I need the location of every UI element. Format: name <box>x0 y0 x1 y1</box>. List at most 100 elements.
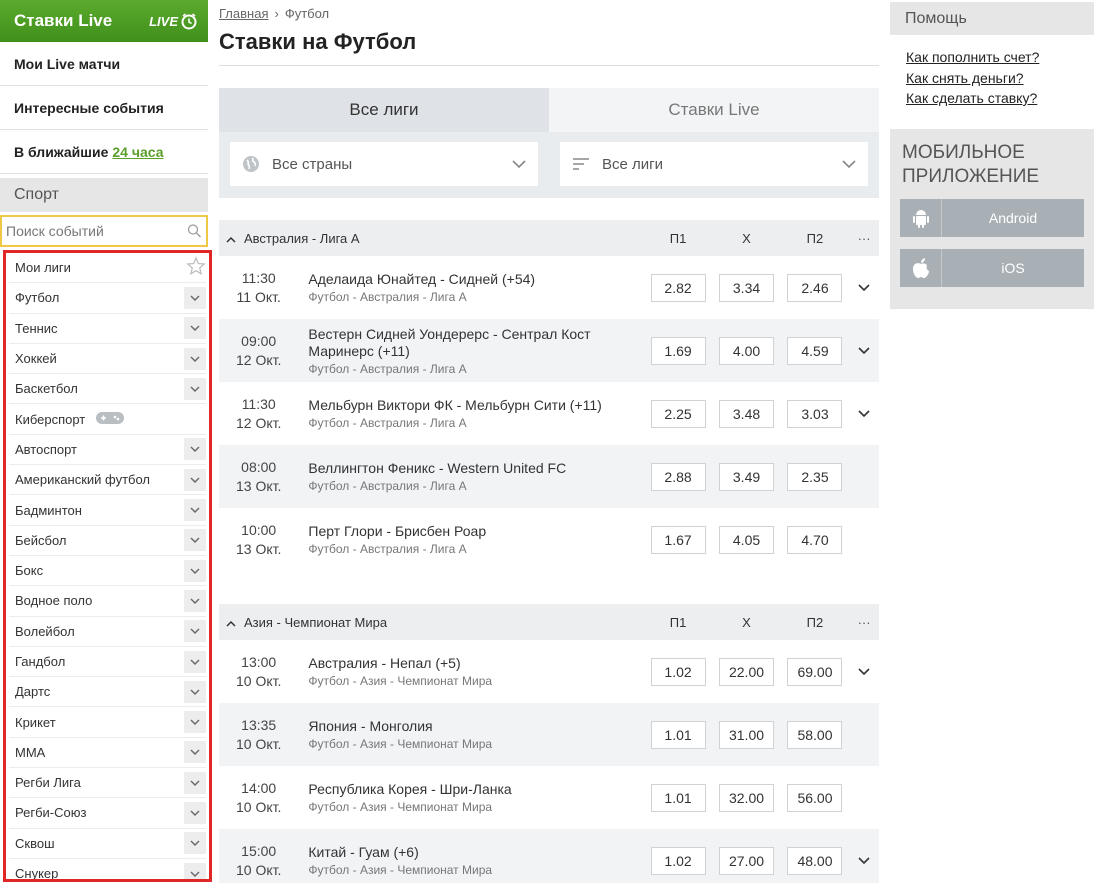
sport-item[interactable]: MMA <box>9 738 206 769</box>
match-info[interactable]: Китай - Гуам (+6) Футбол - Азия - Чемпион… <box>298 844 643 877</box>
chevron-down-icon[interactable] <box>184 468 206 491</box>
chevron-down-icon[interactable] <box>184 680 206 703</box>
tab-live-bets[interactable]: Ставки Live <box>549 88 879 132</box>
match-info[interactable]: Япония - Монголия Футбол - Азия - Чемпион… <box>298 718 643 751</box>
sport-item[interactable]: Бейсбол <box>9 526 206 556</box>
chevron-up-icon[interactable] <box>226 231 236 246</box>
my-live-matches-link[interactable]: Мои Live матчи <box>0 42 208 86</box>
search-icon[interactable] <box>187 221 202 241</box>
sport-item[interactable]: Хоккей <box>9 344 206 375</box>
odd-button-p1[interactable]: 2.82 <box>650 273 706 302</box>
chevron-down-icon[interactable] <box>184 801 206 824</box>
chevron-down-icon[interactable] <box>184 529 206 552</box>
sport-item[interactable]: Футбол <box>9 283 206 314</box>
chevron-down-icon[interactable] <box>858 342 870 360</box>
sport-item[interactable]: Автоспорт <box>9 435 206 466</box>
country-select[interactable]: Все страны <box>230 142 538 186</box>
help-link-deposit[interactable]: Как пополнить счет? <box>906 47 1078 68</box>
chevron-down-icon[interactable] <box>184 559 206 582</box>
chevron-down-icon[interactable] <box>858 663 870 681</box>
odd-button-p2[interactable]: 4.70 <box>787 525 843 554</box>
more-options-icon[interactable]: ··· <box>849 615 879 630</box>
chevron-down-icon[interactable] <box>184 862 206 879</box>
odd-button-p1[interactable]: 1.69 <box>650 336 706 365</box>
chevron-down-icon[interactable] <box>184 438 206 461</box>
odd-button-p2[interactable]: 56.00 <box>787 783 843 812</box>
star-icon[interactable] <box>186 256 206 279</box>
odd-button-p1[interactable]: 2.25 <box>650 399 706 428</box>
breadcrumb-home-link[interactable]: Главная <box>219 6 268 21</box>
chevron-down-icon[interactable] <box>184 589 206 612</box>
odd-button-p1[interactable]: 1.67 <box>650 525 706 554</box>
odd-button-x[interactable]: 27.00 <box>719 846 775 875</box>
sport-item[interactable]: Снукер <box>9 859 206 879</box>
sport-item[interactable]: Теннис <box>9 314 206 344</box>
odd-button-x[interactable]: 32.00 <box>719 783 775 812</box>
search-input[interactable] <box>6 223 187 239</box>
chevron-down-icon[interactable] <box>184 499 206 522</box>
odd-button-x[interactable]: 4.00 <box>719 336 775 365</box>
league-select[interactable]: Все лиги <box>560 142 868 186</box>
sport-item[interactable]: Гандбол <box>9 647 206 678</box>
chevron-down-icon[interactable] <box>858 279 870 297</box>
chevron-down-icon[interactable] <box>184 832 206 855</box>
android-app-button[interactable]: Android <box>900 198 1084 237</box>
odd-button-x[interactable]: 4.05 <box>719 525 775 554</box>
odd-button-p1[interactable]: 1.02 <box>650 657 706 686</box>
match-info[interactable]: Австралия - Непал (+5) Футбол - Азия - Че… <box>298 655 643 688</box>
sport-item[interactable]: Бокс <box>9 556 206 587</box>
sport-item[interactable]: Волейбол <box>9 617 206 647</box>
chevron-down-icon[interactable] <box>184 317 206 340</box>
sport-item[interactable]: Регби Лига <box>9 768 206 799</box>
odd-button-x[interactable]: 3.48 <box>719 399 775 428</box>
chevron-up-icon[interactable] <box>226 615 236 630</box>
odd-button-p2[interactable]: 4.59 <box>787 336 843 365</box>
chevron-down-icon[interactable] <box>184 620 206 643</box>
sport-item[interactable]: Бадминтон <box>9 495 206 526</box>
odd-button-p1[interactable]: 1.01 <box>650 720 706 749</box>
sport-item[interactable]: Мои лиги <box>9 253 206 284</box>
odd-button-x[interactable]: 3.49 <box>719 462 775 491</box>
match-info[interactable]: Перт Глори - Брисбен Роар Футбол - Австра… <box>298 523 643 556</box>
chevron-down-icon[interactable] <box>184 711 206 734</box>
sport-item[interactable]: Регби-Союз <box>9 798 206 829</box>
odd-button-p2[interactable]: 69.00 <box>787 657 843 686</box>
tab-all-leagues[interactable]: Все лиги <box>219 88 549 132</box>
odd-button-p1[interactable]: 1.02 <box>650 846 706 875</box>
odd-button-x[interactable]: 22.00 <box>719 657 775 686</box>
sport-item[interactable]: Баскетбол <box>9 374 206 405</box>
upcoming-24h-link[interactable]: 24 часа <box>112 144 163 160</box>
odd-button-p2[interactable]: 2.35 <box>787 462 843 491</box>
chevron-down-icon[interactable] <box>184 771 206 794</box>
chevron-down-icon[interactable] <box>184 286 206 309</box>
league-header[interactable]: Азия - Чемпионат Мира П1 X П2 ··· <box>219 604 879 640</box>
sport-item[interactable]: Киберспорт <box>9 404 206 435</box>
more-options-icon[interactable]: ··· <box>849 231 879 246</box>
league-header[interactable]: Австралия - Лига А П1 X П2 ··· <box>219 220 879 256</box>
chevron-down-icon[interactable] <box>858 405 870 423</box>
chevron-down-icon[interactable] <box>184 741 206 764</box>
sport-item[interactable]: Дартс <box>9 677 206 708</box>
chevron-down-icon[interactable] <box>184 347 206 370</box>
match-info[interactable]: Вестерн Сидней Уондерерс - Сентрал Кост … <box>298 326 643 376</box>
sport-item[interactable]: Американский футбол <box>9 465 206 496</box>
match-info[interactable]: Мельбурн Виктори ФК - Мельбурн Сити (+11… <box>298 397 643 430</box>
chevron-down-icon[interactable] <box>184 377 206 400</box>
odd-button-x[interactable]: 3.34 <box>719 273 775 302</box>
odd-button-p2[interactable]: 2.46 <box>787 273 843 302</box>
sport-item[interactable]: Крикет <box>9 707 206 738</box>
odd-button-p2[interactable]: 3.03 <box>787 399 843 428</box>
odd-button-x[interactable]: 31.00 <box>719 720 775 749</box>
chevron-down-icon[interactable] <box>858 852 870 870</box>
live-bets-header[interactable]: Ставки Live LIVE <box>0 0 208 42</box>
help-link-place-bet[interactable]: Как сделать ставку? <box>906 88 1078 109</box>
odd-button-p1[interactable]: 1.01 <box>650 783 706 812</box>
sport-item[interactable]: Сквош <box>9 829 206 859</box>
odd-button-p1[interactable]: 2.88 <box>650 462 706 491</box>
match-info[interactable]: Республика Корея - Шри-Ланка Футбол - Ази… <box>298 781 643 814</box>
sport-item[interactable]: Водное поло <box>9 586 206 617</box>
match-info[interactable]: Веллингтон Феникс - Western United FC Фут… <box>298 460 643 493</box>
chevron-down-icon[interactable] <box>184 650 206 673</box>
odd-button-p2[interactable]: 48.00 <box>787 846 843 875</box>
ios-app-button[interactable]: iOS <box>900 248 1084 287</box>
